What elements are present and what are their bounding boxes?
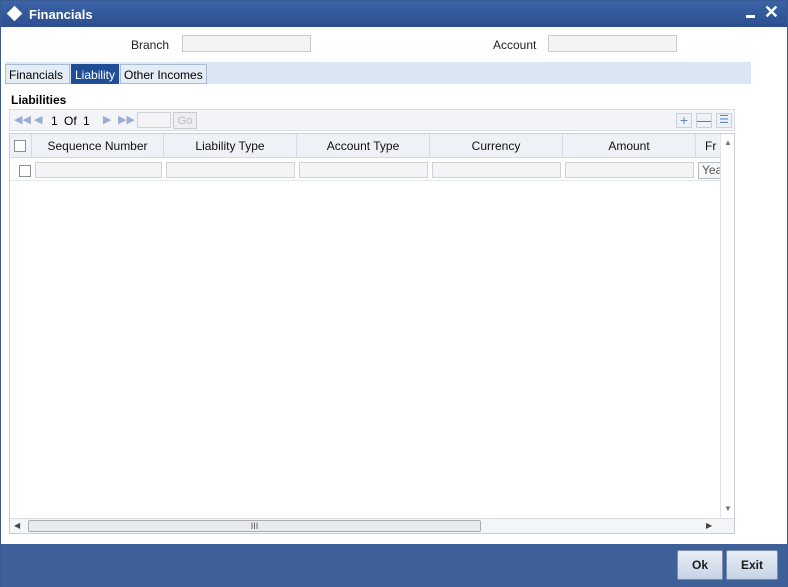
table-row: Yearly [10, 159, 722, 181]
horizontal-scrollbar[interactable]: ◀ III ▶ [10, 518, 734, 533]
first-page-icon[interactable]: ◀◀ [14, 113, 31, 126]
account-label: Account [493, 38, 537, 52]
window-title: Financials [29, 7, 93, 22]
column-amount[interactable]: Amount [563, 134, 696, 158]
title-bar: Financials ✕ [1, 1, 787, 27]
delete-row-icon[interactable]: — [696, 113, 712, 128]
tab-financials[interactable]: Financials [5, 64, 70, 84]
horizontal-scroll-thumb[interactable]: III [28, 520, 481, 532]
minimize-icon[interactable] [746, 15, 755, 18]
section-title-liabilities: Liabilities [11, 93, 67, 107]
column-currency[interactable]: Currency [430, 134, 563, 158]
ok-button[interactable]: Ok [677, 550, 723, 580]
page-of-label: Of [64, 114, 77, 128]
select-all-checkbox[interactable] [14, 140, 26, 152]
scroll-up-icon[interactable]: ▲ [724, 138, 732, 147]
grid-toolbar: ◀◀ ◀ 1 Of 1 ▶ ▶▶ Go + — ☰ [9, 109, 735, 131]
current-page: 1 [51, 114, 58, 128]
total-pages: 1 [83, 114, 90, 128]
frequency-select[interactable]: Yearly [698, 162, 722, 179]
scroll-right-icon[interactable]: ▶ [706, 521, 712, 530]
column-account-type[interactable]: Account Type [297, 134, 430, 158]
amount-field[interactable] [565, 162, 694, 178]
account-type-field[interactable] [299, 162, 428, 178]
tab-bar: Financials Liability Other Incomes [5, 62, 751, 84]
liabilities-grid: Sequence Number Liability Type Account T… [9, 133, 735, 534]
column-sequence-number[interactable]: Sequence Number [32, 134, 164, 158]
last-page-icon[interactable]: ▶▶ [118, 113, 135, 126]
select-all-cell [10, 134, 32, 158]
page-number-input[interactable] [137, 112, 171, 128]
account-field[interactable] [548, 35, 677, 52]
scroll-left-icon[interactable]: ◀ [14, 521, 20, 530]
grid-header: Sequence Number Liability Type Account T… [10, 134, 720, 158]
next-page-icon[interactable]: ▶ [103, 113, 111, 126]
exit-button[interactable]: Exit [726, 550, 778, 580]
app-diamond-icon [6, 5, 23, 22]
footer-bar: Ok Exit [1, 544, 787, 587]
scroll-down-icon[interactable]: ▼ [724, 504, 732, 513]
vertical-scrollbar[interactable]: ▲ ▼ [720, 134, 734, 519]
add-row-icon[interactable]: + [676, 113, 692, 128]
financials-window: Financials ✕ Branch Account Financials L… [0, 0, 788, 587]
close-icon[interactable]: ✕ [764, 2, 779, 22]
column-liability-type[interactable]: Liability Type [164, 134, 297, 158]
tab-liability[interactable]: Liability [71, 64, 119, 84]
branch-label: Branch [131, 38, 170, 52]
branch-field[interactable] [182, 35, 311, 52]
prev-page-icon[interactable]: ◀ [34, 113, 42, 126]
sequence-number-field[interactable] [35, 162, 162, 178]
row-checkbox[interactable] [19, 165, 31, 177]
currency-field[interactable] [432, 162, 561, 178]
liability-type-field[interactable] [166, 162, 295, 178]
single-view-icon[interactable]: ☰ [716, 113, 732, 128]
tab-other-incomes[interactable]: Other Incomes [120, 64, 207, 84]
go-button[interactable]: Go [173, 112, 197, 129]
